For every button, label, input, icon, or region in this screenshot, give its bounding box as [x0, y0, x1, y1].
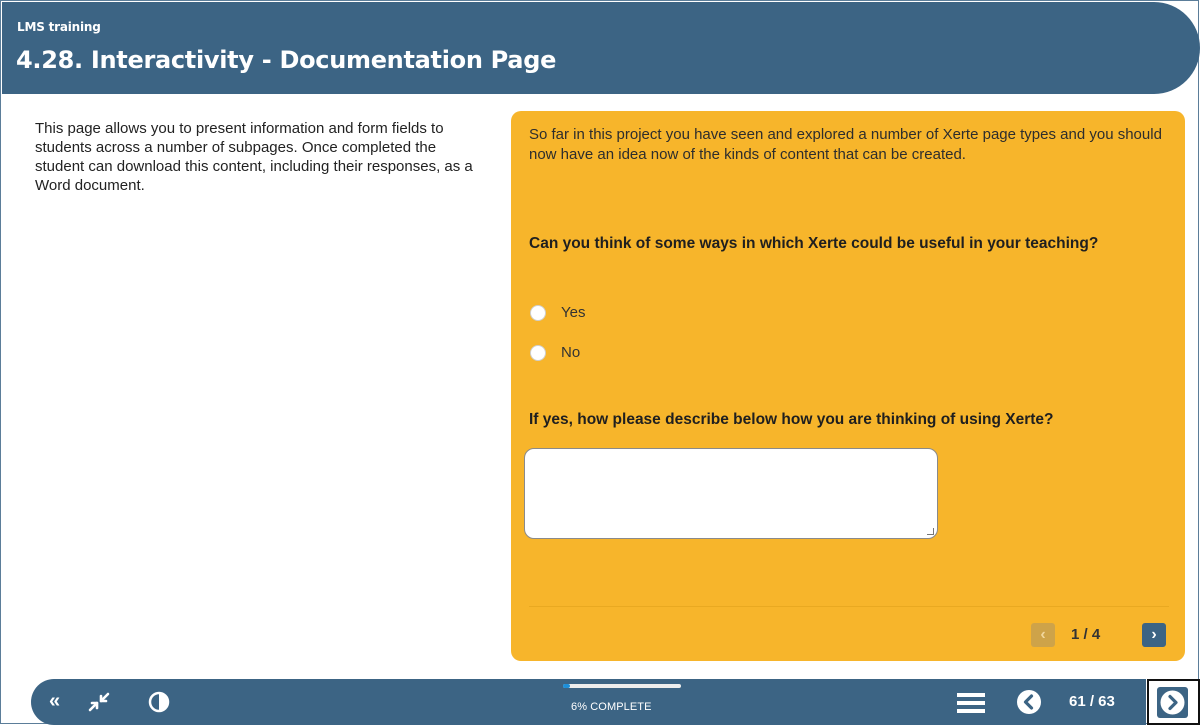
radio-option-yes[interactable]: Yes	[530, 304, 585, 321]
page-counter: 61 / 63	[1069, 693, 1115, 710]
course-title: LMS training	[17, 20, 101, 34]
page-header: LMS training 4.28. Interactivity - Docum…	[2, 2, 1200, 94]
radio-label: No	[561, 344, 581, 361]
documentation-panel: So far in this project you have seen and…	[511, 111, 1185, 661]
page-title: 4.28. Interactivity - Documentation Page	[16, 46, 557, 74]
chevron-left-icon: ‹	[1040, 626, 1046, 643]
response-textarea[interactable]	[524, 448, 938, 539]
progress-bar	[563, 684, 681, 688]
chevron-left-circle-icon	[1017, 690, 1041, 714]
panel-divider	[529, 606, 1169, 607]
question-text: Can you think of some ways in which Xert…	[529, 235, 1099, 252]
resize-grip-icon[interactable]	[927, 528, 934, 535]
progress-label: 6% COMPLETE	[571, 701, 652, 713]
contrast-icon	[148, 691, 170, 713]
radio-circle[interactable]	[530, 304, 546, 321]
shrink-icon	[88, 692, 110, 712]
subpage-counter: 1 / 4	[1071, 626, 1101, 643]
subpage-next-button[interactable]: ›	[1142, 623, 1166, 647]
chevron-right-icon: ›	[1151, 626, 1157, 643]
radio-label: Yes	[561, 304, 586, 321]
footer-bar: « 6% COMPLETE 61 / 63	[31, 679, 1146, 725]
next-page-inner	[1157, 687, 1188, 718]
menu-button[interactable]	[956, 692, 986, 719]
intro-text: This page allows you to present informat…	[35, 120, 473, 194]
menu-icon	[957, 693, 985, 713]
chevron-right-circle-icon	[1160, 690, 1185, 715]
subpage-prev-button[interactable]: ‹	[1031, 623, 1055, 647]
app-frame: LMS training 4.28. Interactivity - Docum…	[0, 0, 1200, 725]
contrast-button[interactable]	[148, 691, 170, 718]
next-page-button[interactable]	[1147, 679, 1200, 725]
double-chevron-left-icon: «	[49, 690, 61, 712]
radio-circle[interactable]	[530, 344, 546, 361]
collapse-button[interactable]: «	[49, 690, 60, 713]
progress-fill	[563, 684, 571, 688]
panel-body-text: So far in this project you have seen and…	[529, 126, 1162, 163]
radio-option-no[interactable]: No	[530, 344, 580, 361]
question-text-2: If yes, how please describe below how yo…	[529, 411, 1054, 428]
exit-fullscreen-button[interactable]	[87, 691, 111, 718]
previous-page-button[interactable]	[1016, 689, 1042, 720]
